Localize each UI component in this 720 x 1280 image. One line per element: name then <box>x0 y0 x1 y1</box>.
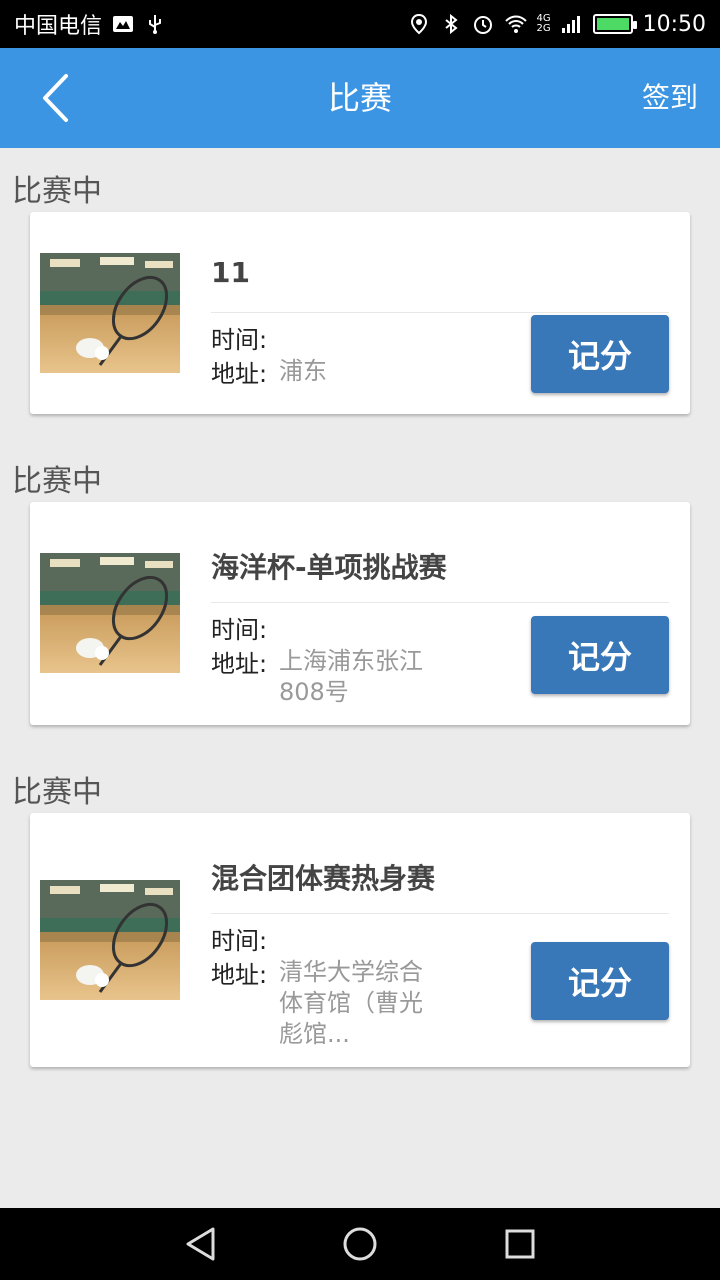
nav-recent-button[interactable] <box>500 1224 540 1264</box>
address-label: 地址: <box>211 961 268 989</box>
status-bar: 中国电信 4G 2G 10:50 <box>0 0 720 48</box>
card-divider <box>211 913 669 914</box>
section-status-label: 比赛中 <box>12 464 102 499</box>
match-thumbnail-image <box>40 253 180 373</box>
card-divider <box>211 602 669 603</box>
alarm-icon <box>472 13 494 35</box>
match-card[interactable]: 混合团体赛热身赛时间: 地址: 清华大学综合体育馆（曹光彪馆... 记分 <box>30 813 690 1067</box>
badminton-thumbnail-svg <box>40 880 180 1000</box>
time-label: 时间: <box>211 616 268 644</box>
match-thumbnail-image <box>40 880 180 1000</box>
match-card[interactable]: 海洋杯-单项挑战赛时间: 地址: 上海浦东张江808号 记分 <box>30 502 690 725</box>
clock-time: 10:50 <box>642 11 706 37</box>
status-right: 4G 2G 10:50 <box>408 12 706 37</box>
system-nav-bar <box>0 1208 720 1280</box>
status-left: 中国电信 <box>14 8 166 40</box>
badminton-thumbnail-svg <box>40 553 180 673</box>
notification-icon <box>112 13 134 35</box>
circle-home-icon <box>343 1227 377 1261</box>
time-label: 时间: <box>211 927 268 955</box>
nav-back-button[interactable] <box>180 1224 220 1264</box>
address-label: 地址: <box>211 360 268 388</box>
carrier-label: 中国电信 <box>14 14 103 39</box>
usb-icon <box>144 13 166 35</box>
triangle-back-icon <box>186 1227 215 1261</box>
match-title: 11 <box>211 256 250 289</box>
score-button[interactable]: 记分 <box>531 616 669 694</box>
app-bar: 比赛 签到 <box>0 48 720 148</box>
address-value: 清华大学综合体育馆（曹光彪馆... <box>279 958 423 1048</box>
battery-icon <box>592 14 637 34</box>
card-divider <box>211 312 669 313</box>
time-label: 时间: <box>211 326 268 354</box>
address-value: 上海浦东张江808号 <box>279 647 423 706</box>
signal-icon <box>561 13 583 35</box>
square-recent-icon <box>505 1229 535 1259</box>
match-title: 海洋杯-单项挑战赛 <box>211 551 447 584</box>
address-label: 地址: <box>211 650 268 678</box>
section-status-label: 比赛中 <box>12 775 102 810</box>
network-type-bottom: 2G <box>536 23 551 34</box>
bluetooth-icon <box>440 13 462 35</box>
battery-level <box>596 18 629 30</box>
signin-button[interactable]: 签到 <box>642 76 698 120</box>
page-title: 比赛 <box>327 79 392 117</box>
match-title: 混合团体赛热身赛 <box>211 862 436 895</box>
section-status-label: 比赛中 <box>12 174 102 209</box>
nav-home-button[interactable] <box>340 1224 380 1264</box>
match-thumbnail-image <box>40 553 180 673</box>
match-card[interactable]: 11 时间: 地址: 浦东 记分 <box>30 212 690 414</box>
score-button[interactable]: 记分 <box>531 315 669 393</box>
score-button[interactable]: 记分 <box>531 942 669 1020</box>
location-icon <box>408 13 430 35</box>
badminton-thumbnail-svg <box>40 253 180 373</box>
network-type-indicator: 4G 2G <box>536 14 550 34</box>
wifi-icon <box>504 13 528 35</box>
address-value: 浦东 <box>279 357 327 385</box>
